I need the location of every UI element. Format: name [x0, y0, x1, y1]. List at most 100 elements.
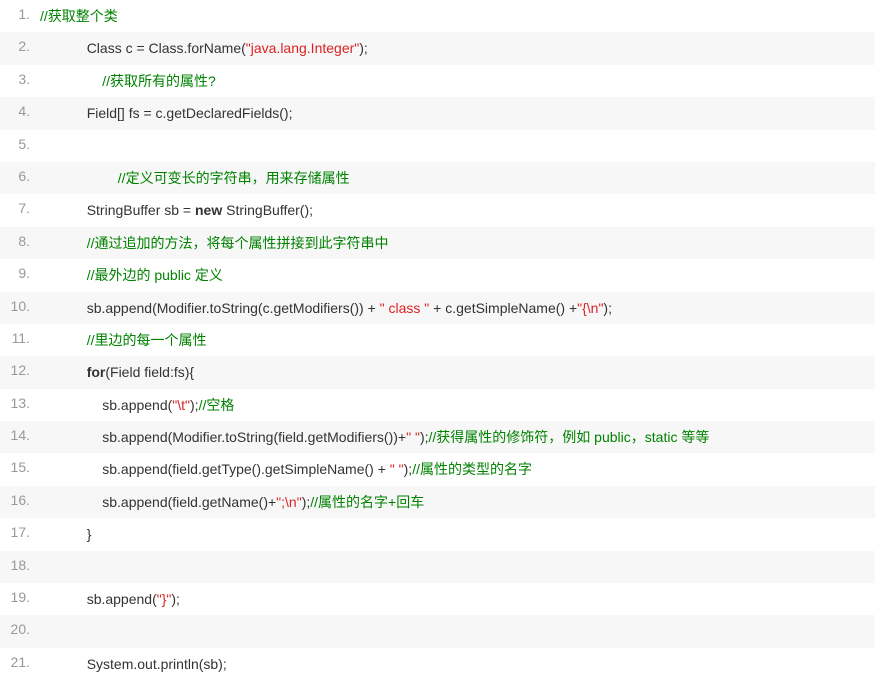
code-content[interactable]: //获取整个类: [40, 5, 875, 27]
token-plain: );: [420, 429, 429, 445]
token-plain: );: [190, 397, 199, 413]
token-string: ";\n": [276, 494, 302, 510]
token-plain: sb.append(: [102, 397, 172, 413]
code-line[interactable]: 16. sb.append(field.getName()+";\n");//属…: [0, 486, 875, 518]
code-line[interactable]: 1.//获取整个类: [0, 0, 875, 32]
code-content[interactable]: StringBuffer sb = new StringBuffer();: [40, 199, 875, 221]
token-plain: StringBuffer sb =: [87, 202, 195, 218]
token-plain: sb.append(Modifier.toString(c.getModifie…: [87, 300, 380, 316]
code-content[interactable]: //最外边的 public 定义: [40, 264, 875, 286]
token-string: " ": [406, 429, 420, 445]
code-line[interactable]: 19. sb.append("}");: [0, 583, 875, 615]
token-plain: }: [87, 526, 92, 542]
code-line[interactable]: 2. Class c = Class.forName("java.lang.In…: [0, 32, 875, 64]
code-content[interactable]: //里边的每一个属性: [40, 329, 875, 351]
token-plain: );: [404, 461, 413, 477]
line-number: 17.: [0, 523, 40, 540]
code-line[interactable]: 13. sb.append("\t");//空格: [0, 389, 875, 421]
line-number: 21.: [0, 653, 40, 670]
code-line[interactable]: 7. StringBuffer sb = new StringBuffer();: [0, 194, 875, 226]
line-number: 16.: [0, 491, 40, 508]
code-content[interactable]: sb.append(Modifier.toString(field.getMod…: [40, 426, 875, 448]
line-number: 5.: [0, 135, 40, 152]
code-line[interactable]: 20.: [0, 615, 875, 647]
token-string: " class ": [380, 300, 430, 316]
token-string: "{\n": [577, 300, 603, 316]
code-line[interactable]: 11. //里边的每一个属性: [0, 324, 875, 356]
token-keyword: for: [87, 364, 106, 380]
token-plain: );: [603, 300, 612, 316]
token-plain: + c.getSimpleName() +: [429, 300, 577, 316]
code-line[interactable]: 9. //最外边的 public 定义: [0, 259, 875, 291]
line-number: 11.: [0, 329, 40, 346]
code-line[interactable]: 5.: [0, 130, 875, 162]
code-content[interactable]: Field[] fs = c.getDeclaredFields();: [40, 102, 875, 124]
token-string: "}": [157, 591, 172, 607]
code-content[interactable]: System.out.println(sb);: [40, 653, 875, 675]
code-content[interactable]: //获取所有的属性?: [40, 70, 875, 92]
code-line[interactable]: 4. Field[] fs = c.getDeclaredFields();: [0, 97, 875, 129]
token-plain: sb.append(Modifier.toString(field.getMod…: [102, 429, 406, 445]
code-content[interactable]: sb.append(field.getName()+";\n");//属性的名字…: [40, 491, 875, 513]
token-string: "java.lang.Integer": [246, 40, 359, 56]
line-number: 20.: [0, 620, 40, 637]
code-line[interactable]: 6. //定义可变长的字符串，用来存储属性: [0, 162, 875, 194]
line-number: 2.: [0, 37, 40, 54]
token-comment: //空格: [199, 397, 235, 413]
code-line[interactable]: 15. sb.append(field.getType().getSimpleN…: [0, 453, 875, 485]
code-block: 1.//获取整个类2. Class c = Class.forName("jav…: [0, 0, 875, 680]
line-number: 6.: [0, 167, 40, 184]
code-line[interactable]: 21. System.out.println(sb);: [0, 648, 875, 680]
token-comment: //最外边的 public 定义: [87, 267, 223, 283]
code-line[interactable]: 8. //通过追加的方法，将每个属性拼接到此字符串中: [0, 227, 875, 259]
token-string: " ": [390, 461, 404, 477]
token-plain: );: [171, 591, 180, 607]
token-plain: Field[] fs = c.getDeclaredFields();: [87, 105, 293, 121]
token-keyword: new: [195, 202, 222, 218]
code-content[interactable]: Class c = Class.forName("java.lang.Integ…: [40, 37, 875, 59]
token-plain: Class c = Class.forName(: [87, 40, 246, 56]
code-content[interactable]: //通过追加的方法，将每个属性拼接到此字符串中: [40, 232, 875, 254]
code-content[interactable]: sb.append(field.getType().getSimpleName(…: [40, 458, 875, 480]
token-plain: );: [302, 494, 311, 510]
code-line[interactable]: 18.: [0, 551, 875, 583]
code-content[interactable]: sb.append(Modifier.toString(c.getModifie…: [40, 297, 875, 319]
token-plain: sb.append(: [87, 591, 157, 607]
token-comment: //属性的类型的名字: [412, 461, 532, 477]
code-content[interactable]: for(Field field:fs){: [40, 361, 875, 383]
token-comment: //里边的每一个属性: [87, 332, 207, 348]
token-comment: //属性的名字+回车: [310, 494, 424, 510]
token-comment: //定义可变长的字符串，用来存储属性: [118, 170, 350, 186]
token-plain: StringBuffer();: [222, 202, 313, 218]
code-content[interactable]: [40, 135, 875, 157]
code-line[interactable]: 17. }: [0, 518, 875, 550]
line-number: 1.: [0, 5, 40, 22]
line-number: 9.: [0, 264, 40, 281]
token-plain: sb.append(field.getName()+: [102, 494, 276, 510]
code-content[interactable]: [40, 556, 875, 578]
line-number: 4.: [0, 102, 40, 119]
token-comment: //获得属性的修饰符，例如 public，static 等等: [429, 429, 710, 445]
line-number: 19.: [0, 588, 40, 605]
code-line[interactable]: 10. sb.append(Modifier.toString(c.getMod…: [0, 292, 875, 324]
line-number: 14.: [0, 426, 40, 443]
code-line[interactable]: 3. //获取所有的属性?: [0, 65, 875, 97]
code-content[interactable]: sb.append("}");: [40, 588, 875, 610]
code-content[interactable]: [40, 620, 875, 642]
code-content[interactable]: }: [40, 523, 875, 545]
token-comment: //获取所有的属性?: [102, 73, 216, 89]
line-number: 15.: [0, 458, 40, 475]
token-plain: (Field field:fs){: [105, 364, 194, 380]
token-plain: System.out.println(sb);: [87, 656, 227, 672]
token-plain: sb.append(field.getType().getSimpleName(…: [102, 461, 390, 477]
token-comment: //获取整个类: [40, 8, 118, 24]
line-number: 7.: [0, 199, 40, 216]
code-content[interactable]: sb.append("\t");//空格: [40, 394, 875, 416]
code-content[interactable]: //定义可变长的字符串，用来存储属性: [40, 167, 875, 189]
token-comment: //通过追加的方法，将每个属性拼接到此字符串中: [87, 235, 389, 251]
code-line[interactable]: 12. for(Field field:fs){: [0, 356, 875, 388]
line-number: 18.: [0, 556, 40, 573]
code-line[interactable]: 14. sb.append(Modifier.toString(field.ge…: [0, 421, 875, 453]
line-number: 12.: [0, 361, 40, 378]
line-number: 13.: [0, 394, 40, 411]
